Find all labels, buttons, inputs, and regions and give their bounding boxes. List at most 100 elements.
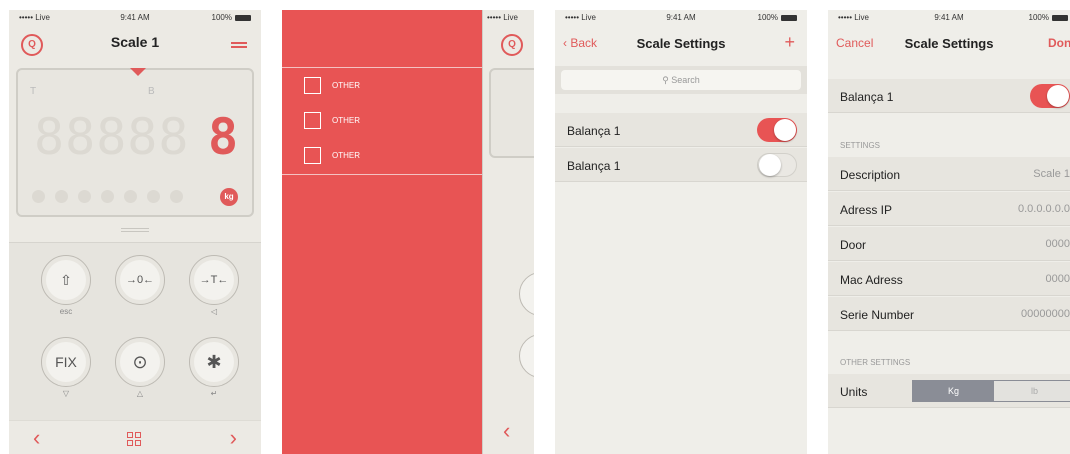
scale-name: Balança 1 — [840, 90, 894, 104]
drawer-item[interactable]: OTHER — [304, 112, 360, 130]
scale-screen: ••••• Live 9:41 AM 100% Q Scale 1 T B 88… — [9, 10, 261, 454]
status-bar: ••••• Live 9:41 AM 100% — [555, 10, 807, 26]
setting-row-serial[interactable]: Serie Number 00000000 — [828, 297, 1070, 331]
setting-value: 0000 — [1045, 238, 1070, 250]
setting-row-mac[interactable]: Mac Adress 0000 — [828, 262, 1070, 296]
search-input[interactable]: ⚲ Search — [561, 70, 801, 90]
print-key-sub: △ — [136, 389, 144, 398]
setting-row-door[interactable]: Door 0000 — [828, 227, 1070, 261]
setting-value: Scale 1 — [1033, 168, 1070, 180]
status-bar: ••••• Live 9:41 AM 100% — [9, 10, 261, 26]
battery-indicator: 100% — [1029, 13, 1068, 22]
setting-label: Mac Adress — [840, 273, 903, 287]
page-title: Scale 1 — [110, 34, 160, 50]
drag-handle[interactable] — [121, 228, 149, 234]
navigation-bar: ‹ Back Scale Settings + — [555, 26, 807, 62]
drawer-item[interactable]: OTHER — [304, 77, 360, 95]
zero-key[interactable]: →0← — [115, 255, 165, 305]
battery-label: 100% — [1028, 13, 1049, 22]
setting-label: Serie Number — [840, 308, 915, 322]
other-settings-header: OTHER SETTINGS — [840, 358, 911, 367]
units-row: Units Kg lb — [828, 374, 1070, 408]
shift-key-sub: esc — [59, 307, 73, 316]
setting-value: 0.0.0.0.0.0 — [1018, 203, 1070, 215]
drawer-item[interactable]: OTHER — [304, 147, 360, 165]
search-placeholder: Search — [671, 75, 700, 85]
weight-digits: 88888 — [34, 108, 190, 166]
drawer-item-label: OTHER — [332, 81, 360, 91]
main-content-peek[interactable]: ••••• Live Q ‹ — [482, 10, 534, 454]
unit-option-lb[interactable]: lb — [994, 381, 1070, 401]
chevron-left-icon[interactable]: ‹ — [33, 425, 40, 451]
setting-row-description[interactable]: Description Scale 1 — [828, 157, 1070, 191]
page-title: Scale Settings — [904, 36, 994, 51]
tare-label: T — [30, 86, 37, 97]
page-title: Scale Settings — [636, 36, 726, 51]
scale-settings-screen: ••••• Live 9:41 AM 100% Cancel Scale Set… — [828, 10, 1070, 454]
setting-label: Adress IP — [840, 203, 893, 217]
scale-row[interactable]: Balança 1 — [555, 148, 807, 182]
peek-key — [519, 272, 534, 316]
setting-label: Description — [840, 168, 901, 182]
done-button[interactable]: Done — [1048, 36, 1070, 50]
fix-key-sub: ▽ — [62, 389, 70, 398]
menu-icon[interactable] — [231, 42, 247, 50]
battery-icon — [235, 14, 251, 21]
battery-indicator: 100% — [758, 13, 797, 22]
shift-key[interactable]: ⇧ — [41, 255, 91, 305]
fix-key[interactable]: FIX — [41, 337, 91, 387]
tare-key[interactable]: →T← — [189, 255, 239, 305]
scale-toggle[interactable] — [757, 118, 797, 142]
weight-active-digit: 8 — [208, 108, 239, 166]
checkbox-icon[interactable] — [304, 112, 321, 130]
battery-label: 100% — [211, 13, 232, 22]
print-key[interactable]: ⊙ — [115, 337, 165, 387]
app-logo-icon: Q — [501, 34, 523, 56]
drawer-item-label: OTHER — [332, 151, 360, 161]
drawer-item-label: OTHER — [332, 116, 360, 126]
drawer-divider — [282, 67, 482, 68]
display-indicator-icon — [130, 68, 146, 76]
scale-row[interactable]: Balança 1 — [828, 79, 1070, 113]
scale-row[interactable]: Balança 1 — [555, 113, 807, 147]
status-bar: ••••• Live 9:41 AM 100% — [828, 10, 1070, 26]
checkbox-icon[interactable] — [304, 147, 321, 165]
battery-icon — [781, 14, 797, 21]
star-key-sub: ↵ — [210, 389, 218, 398]
unit-badge: kg — [220, 188, 238, 206]
weight-display: T B 88888 8 kg — [16, 68, 254, 217]
units-segmented-control[interactable]: Kg lb — [912, 380, 1070, 402]
scale-name: Balança 1 — [567, 159, 621, 173]
scale-toggle[interactable] — [757, 153, 797, 177]
brutto-label: B — [148, 86, 155, 97]
peek-display — [489, 68, 534, 158]
indicator-dots — [32, 190, 193, 208]
peek-carrier-label: ••••• Live — [487, 13, 518, 22]
star-key[interactable]: ✱ — [189, 337, 239, 387]
scale-toggle[interactable] — [1030, 84, 1070, 108]
search-icon: ⚲ — [662, 75, 672, 85]
setting-label: Door — [840, 238, 867, 252]
add-button[interactable]: + — [784, 32, 795, 53]
setting-value: 00000000 — [1021, 308, 1070, 320]
settings-header: SETTINGS — [840, 141, 881, 150]
navigation-bar: Cancel Scale Settings Done — [828, 26, 1070, 62]
battery-label: 100% — [757, 13, 778, 22]
setting-row-ip[interactable]: Adress IP 0.0.0.0.0.0 — [828, 192, 1070, 226]
menu-screen: OTHER OTHER OTHER ••••• Live Q ‹ — [282, 10, 534, 454]
chevron-right-icon[interactable]: › — [230, 425, 237, 451]
unit-option-kg[interactable]: Kg — [913, 381, 994, 401]
drawer-divider — [282, 174, 482, 175]
battery-indicator: 100% — [212, 13, 251, 22]
checkbox-icon[interactable] — [304, 77, 321, 95]
scale-list-screen: ••••• Live 9:41 AM 100% ‹ Back Scale Set… — [555, 10, 807, 454]
setting-value: 0000 — [1045, 273, 1070, 285]
grid-icon[interactable] — [127, 432, 141, 446]
search-bar: ⚲ Search — [555, 66, 807, 94]
battery-icon — [1052, 14, 1068, 21]
side-drawer: OTHER OTHER OTHER — [282, 10, 482, 454]
keypad: ⇧ esc →0← →T← ◁ FIX ▽ ⊙ △ ✱ ↵ — [9, 242, 261, 420]
units-label: Units — [840, 385, 868, 399]
peek-key — [519, 334, 534, 378]
chevron-left-icon: ‹ — [503, 418, 511, 443]
